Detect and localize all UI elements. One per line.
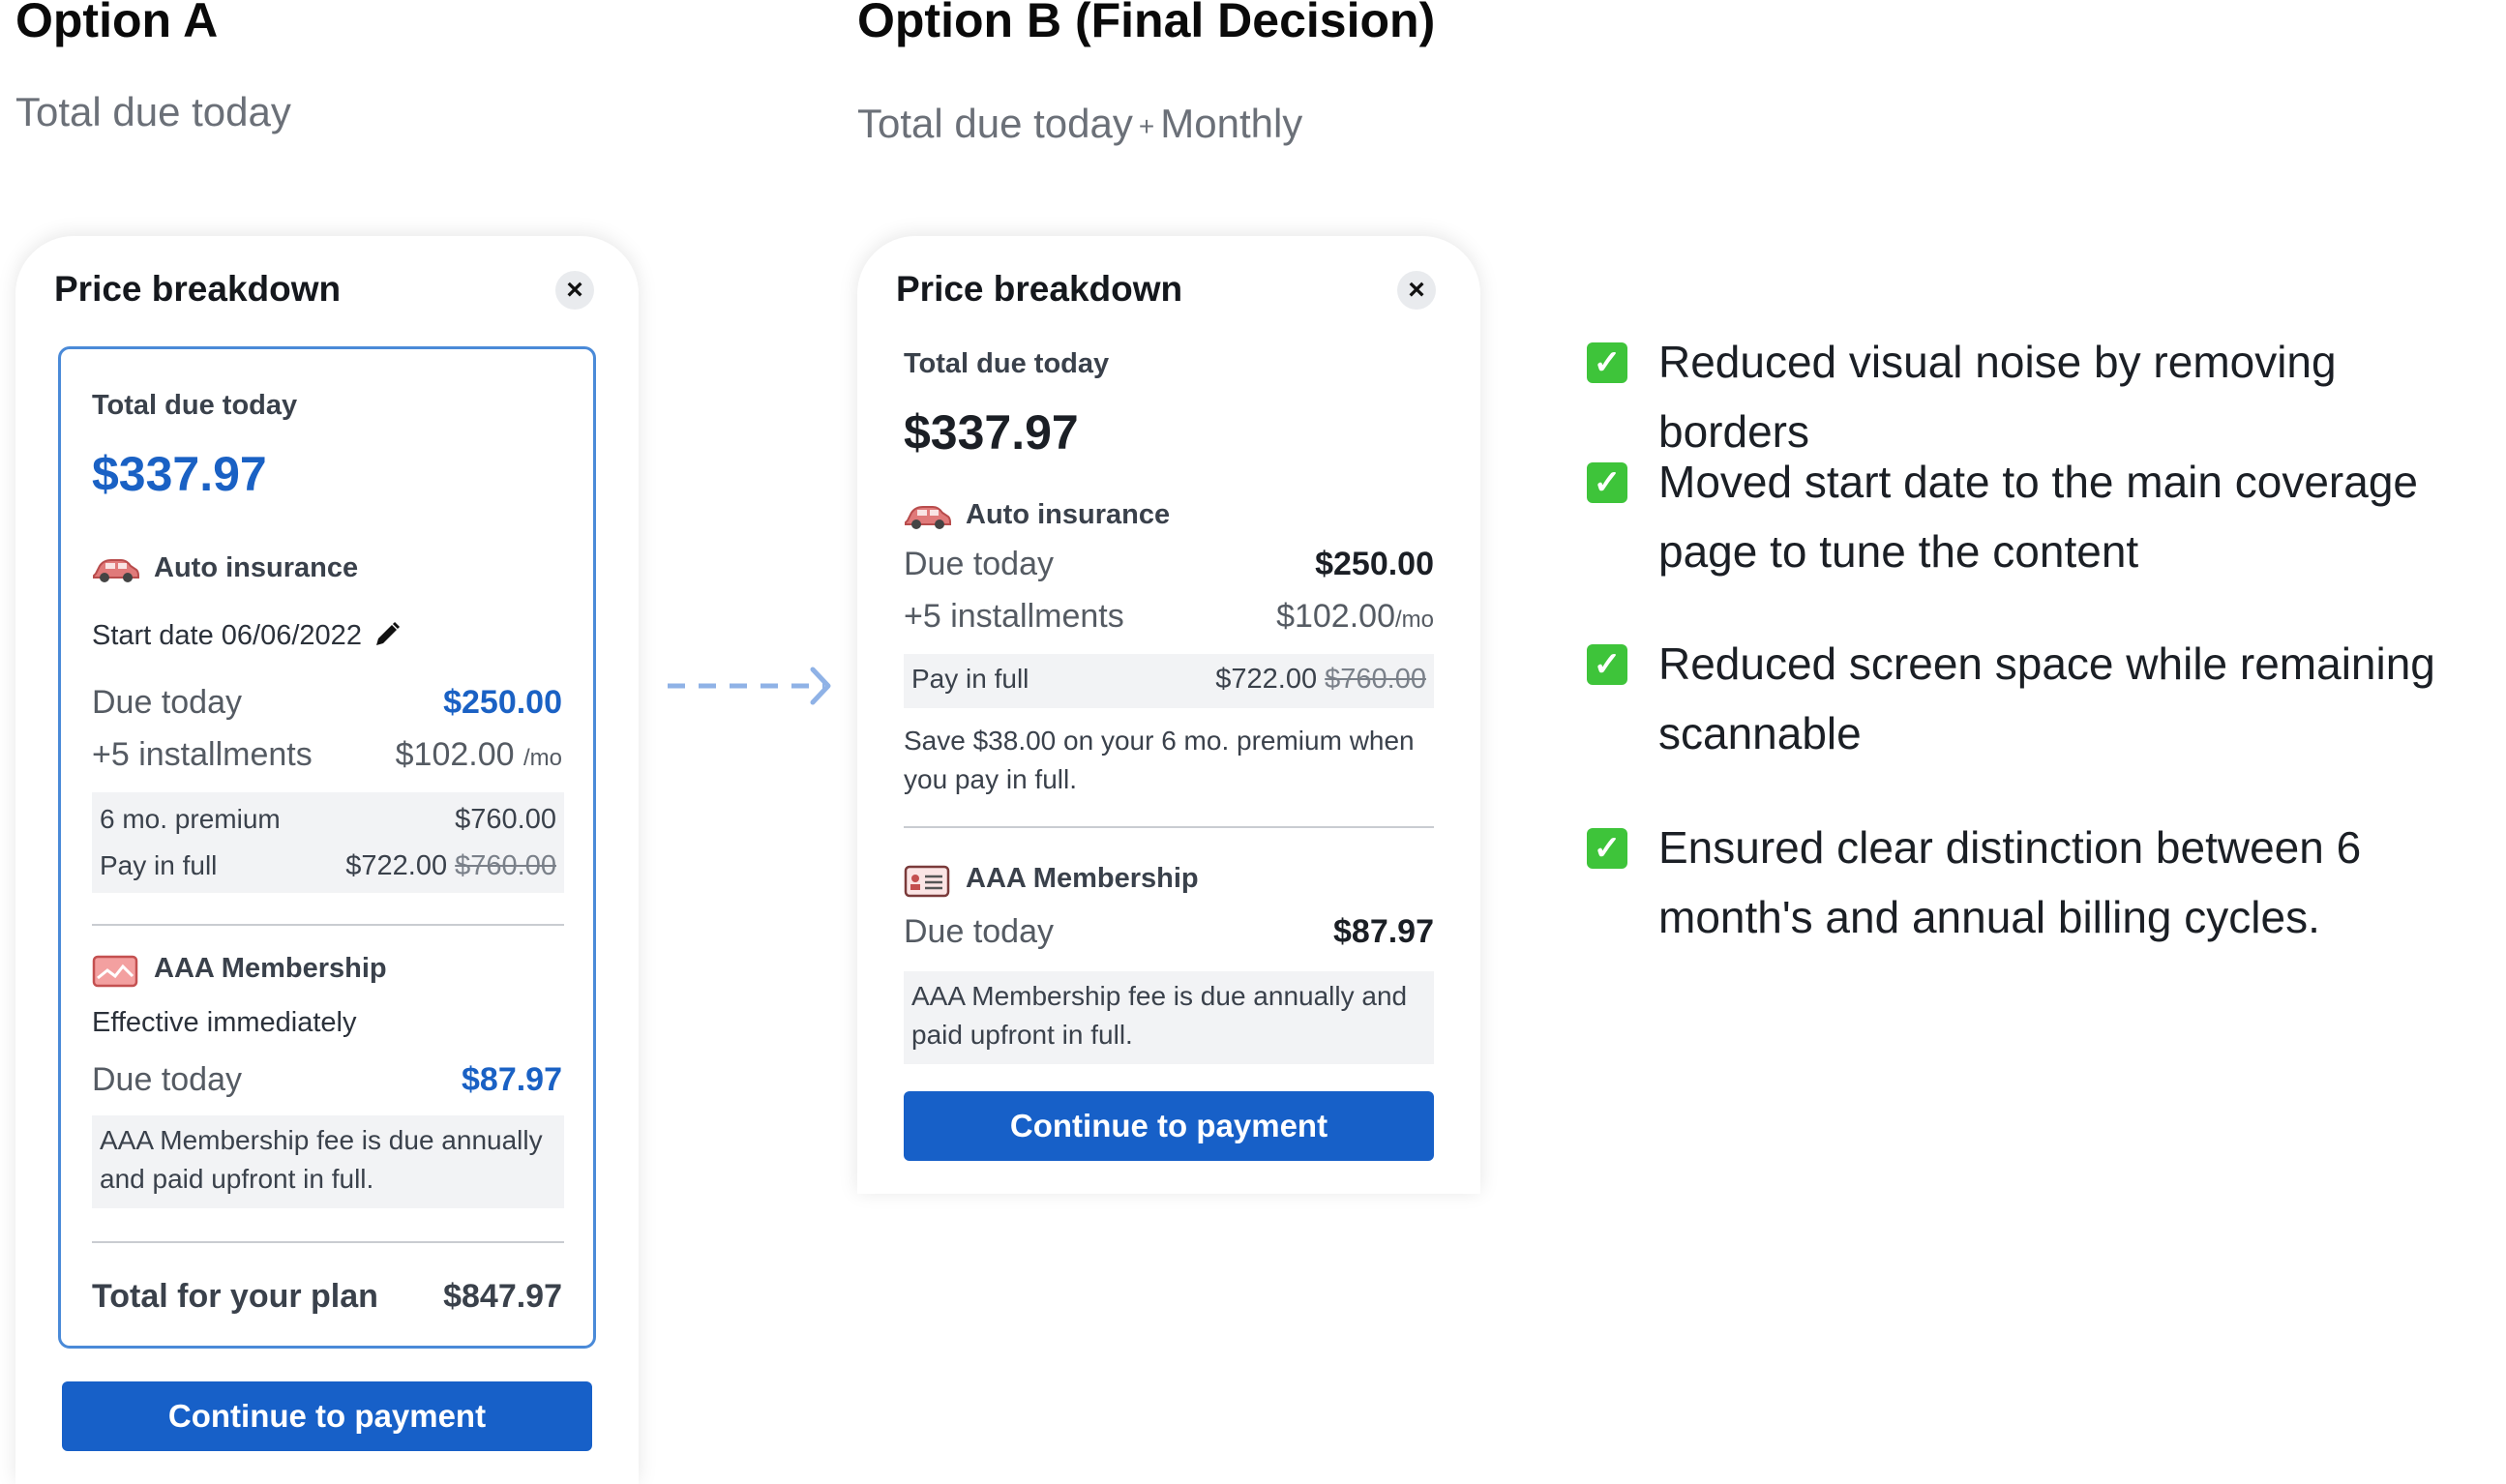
total-plan-label: Total for your plan (92, 1278, 378, 1315)
membership-card-icon (92, 955, 138, 988)
option-a-price-panel: Price breakdown × Total due today $337.9… (15, 236, 639, 1484)
option-a-subtitle: Total due today (15, 89, 291, 134)
aaa-note-line1: AAA Membership fee is due annually and (911, 981, 1408, 1011)
continue-to-payment-button[interactable]: Continue to payment (62, 1381, 592, 1451)
start-date-text: Start date 06/06/2022 (92, 620, 362, 651)
divider (92, 924, 564, 926)
aaa-due-today-label: Due today (904, 913, 1054, 950)
premium-value: $760.00 (455, 804, 556, 835)
panel-title: Price breakdown (54, 269, 342, 309)
option-b-price-panel: Price breakdown × Total due today $337.9… (857, 236, 1480, 1194)
aaa-due-today-value: $87.97 (1333, 913, 1434, 950)
close-icon[interactable]: × (1397, 271, 1436, 310)
premium-label: 6 mo. premium (100, 804, 281, 834)
installments-value: $102.00/mo (1276, 598, 1434, 635)
aaa-membership-label: AAA Membership (966, 863, 1199, 894)
total-due-value: $337.97 (92, 447, 267, 501)
pay-in-full-value: $722.00 $760.00 (345, 850, 556, 881)
due-today-value: $250.00 (443, 684, 562, 721)
note-3: Reduced screen space while remaining sca… (1658, 638, 2435, 758)
installments-label: +5 installments (92, 736, 313, 773)
total-due-label: Total due today (904, 348, 1110, 379)
auto-insurance-label: Auto insurance (154, 552, 359, 583)
note-1: Reduced visual noise by removing borders (1658, 337, 2337, 457)
aaa-membership-label: AAA Membership (154, 953, 387, 984)
due-today-label: Due today (904, 546, 1054, 582)
option-a-title: Option A (15, 0, 219, 47)
save-line1: Save $38.00 on your 6 mo. premium when (904, 726, 1415, 756)
check-icon: ✓ (1587, 828, 1627, 869)
dashed-arrow-icon (666, 662, 840, 710)
aaa-note-box: AAA Membership fee is due annually and p… (92, 1115, 564, 1208)
option-b-subtitle: Total due today + Monthly (857, 101, 1303, 146)
note-2: Moved start date to the main coverage pa… (1658, 457, 2418, 577)
continue-to-payment-button[interactable]: Continue to payment (904, 1091, 1434, 1161)
total-due-value: $337.97 (904, 405, 1079, 460)
aaa-note-line2: paid upfront in full. (911, 1020, 1133, 1050)
membership-card-icon (904, 865, 950, 898)
car-icon (92, 554, 140, 583)
check-icon: ✓ (1587, 644, 1627, 685)
aaa-note-box: AAA Membership fee is due annually and p… (904, 971, 1434, 1064)
due-today-label: Due today (92, 684, 242, 721)
installments-value: $102.00 /mo (395, 736, 562, 773)
auto-insurance-label: Auto insurance (966, 499, 1171, 530)
close-icon[interactable]: × (555, 271, 594, 310)
pay-in-full-value: $722.00 $760.00 (1215, 664, 1426, 695)
total-due-label: Total due today (92, 390, 298, 421)
effective-immediately: Effective immediately (92, 1007, 357, 1038)
total-plan-value: $847.97 (443, 1278, 562, 1315)
due-today-value: $250.00 (1315, 546, 1434, 582)
panel-title: Price breakdown (896, 269, 1183, 309)
save-line2: you pay in full. (904, 764, 1077, 794)
divider (92, 1241, 564, 1243)
pay-in-full-label: Pay in full (911, 664, 1029, 694)
installments-label: +5 installments (904, 598, 1124, 635)
aaa-note-line1: AAA Membership fee is due annually (100, 1125, 543, 1155)
option-b-title: Option B (Final Decision) (857, 0, 1436, 47)
car-icon (904, 501, 952, 530)
divider (904, 826, 1434, 828)
premium-box: 6 mo. premium $760.00 Pay in full $722.0… (92, 792, 564, 893)
price-breakdown-box: Total due today $337.97 Auto insurance S… (58, 346, 596, 1349)
aaa-note-line2: and paid upfront in full. (100, 1164, 374, 1194)
aaa-due-today-value: $87.97 (462, 1061, 562, 1098)
aaa-due-today-label: Due today (92, 1061, 242, 1098)
check-icon: ✓ (1587, 342, 1627, 383)
pay-in-full-label: Pay in full (100, 850, 218, 880)
pencil-icon[interactable] (373, 620, 402, 649)
check-icon: ✓ (1587, 462, 1627, 503)
note-4: Ensured clear distinction between 6 mont… (1658, 822, 2362, 942)
pay-in-full-box: Pay in full $722.00 $760.00 (904, 654, 1434, 708)
